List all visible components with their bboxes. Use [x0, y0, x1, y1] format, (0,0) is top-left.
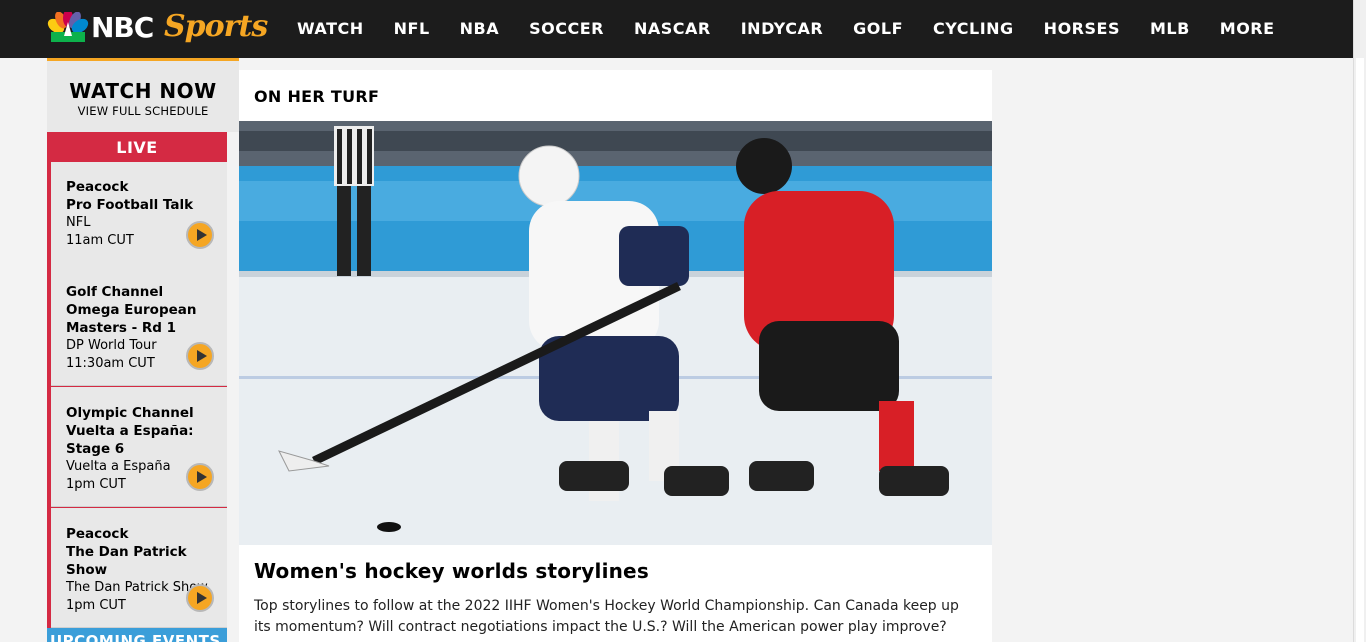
schedule-item[interactable]: Olympic Channel Vuelta a España: Stage 6…: [51, 387, 227, 507]
live-label: LIVE: [47, 132, 227, 162]
play-icon[interactable]: [186, 221, 214, 249]
watch-now-title: WATCH NOW: [69, 79, 217, 103]
nbc-sports-logo[interactable]: NBC Sports: [47, 9, 269, 49]
play-icon[interactable]: [186, 342, 214, 370]
main-nav: WATCH NFL NBA SOCCER NASCAR INDYCAR GOLF…: [297, 0, 1305, 58]
scrollbar-thumb[interactable]: [1356, 58, 1364, 642]
section-title[interactable]: ON HER TURF: [254, 87, 379, 106]
event-name: Omega European Masters - Rd 1: [66, 302, 197, 336]
nav-item-cycling[interactable]: CYCLING: [933, 0, 1014, 58]
live-schedule-list: Peacock Pro Football Talk NFL 11am CUT G…: [47, 162, 227, 628]
event-network: Peacock: [66, 179, 129, 195]
nav-item-more[interactable]: MORE: [1220, 0, 1275, 58]
nav-item-nascar[interactable]: NASCAR: [634, 0, 711, 58]
logo-sports-text: Sports: [164, 9, 268, 44]
logo-nbc-text: NBC: [91, 11, 154, 44]
article-headline[interactable]: Women's hockey worlds storylines: [254, 559, 649, 583]
event-name: Pro Football Talk: [66, 197, 194, 213]
article-summary: Top storylines to follow at the 2022 IIH…: [254, 598, 959, 635]
nav-item-golf[interactable]: GOLF: [853, 0, 903, 58]
featured-article-card[interactable]: ON HER TURF Women's hockey worlds storyl…: [239, 70, 992, 642]
nav-item-soccer[interactable]: SOCCER: [529, 0, 604, 58]
nav-item-watch[interactable]: WATCH: [297, 0, 364, 58]
event-name: The Dan Patrick Show: [66, 544, 187, 578]
upcoming-events-header[interactable]: UPCOMING EVENTS: [47, 628, 227, 642]
page-scrollbar[interactable]: [1353, 0, 1366, 642]
schedule-item[interactable]: Peacock The Dan Patrick Show The Dan Pat…: [51, 508, 227, 628]
view-full-schedule-link[interactable]: VIEW FULL SCHEDULE: [47, 104, 239, 118]
hockey-players-photo: [239, 121, 992, 545]
peacock-logo-icon: [47, 12, 89, 42]
event-name: Vuelta a España: Stage 6: [66, 423, 194, 457]
event-network: Golf Channel: [66, 284, 164, 300]
nav-item-nba[interactable]: NBA: [460, 0, 499, 58]
nav-item-indycar[interactable]: INDYCAR: [741, 0, 823, 58]
nav-item-mlb[interactable]: MLB: [1150, 0, 1190, 58]
event-network: Olympic Channel: [66, 405, 194, 421]
nav-item-nfl[interactable]: NFL: [394, 0, 430, 58]
play-icon[interactable]: [186, 463, 214, 491]
event-network: Peacock: [66, 526, 129, 542]
top-navigation: NBC Sports WATCH NFL NBA SOCCER NASCAR I…: [0, 0, 1353, 58]
watch-now-panel: WATCH NOW VIEW FULL SCHEDULE: [47, 58, 239, 132]
schedule-item[interactable]: Golf Channel Omega European Masters - Rd…: [51, 266, 227, 386]
play-icon[interactable]: [186, 584, 214, 612]
nav-item-horses[interactable]: HORSES: [1044, 0, 1120, 58]
schedule-item[interactable]: Peacock Pro Football Talk NFL 11am CUT: [51, 162, 227, 282]
hero-image[interactable]: [239, 121, 992, 545]
